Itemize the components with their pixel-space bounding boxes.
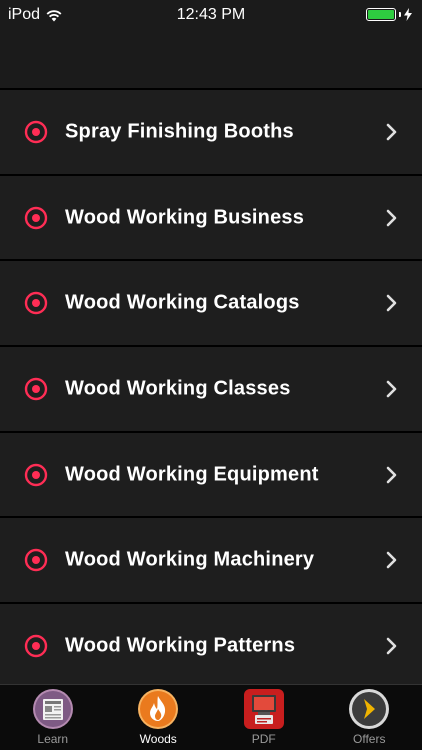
list-item[interactable]: Wood Working Patterns: [0, 602, 422, 688]
bullet-target-icon: [24, 463, 48, 486]
tab-label: Offers: [353, 732, 386, 746]
tab-label: Learn: [37, 732, 69, 746]
bullet-target-icon: [24, 549, 48, 572]
status-bar: iPod 12:43 PM: [0, 0, 422, 30]
list-item-label: Wood Working Classes: [65, 377, 291, 400]
list-item[interactable]: Wood Working Business: [0, 173, 422, 260]
bullet-target-icon: [24, 206, 48, 229]
clock: 12:43 PM: [176, 6, 246, 23]
list-item[interactable]: Wood Working Catalogs: [0, 259, 422, 346]
chevron-right-icon: [386, 380, 397, 398]
chevron-right-icon: [386, 637, 397, 655]
flame-icon: [138, 689, 179, 729]
list-item-label: Wood Working Patterns: [65, 634, 296, 657]
chevron-right-icon: [386, 123, 397, 141]
tab-woods[interactable]: Woods: [106, 685, 212, 750]
list-item-label: Spray Finishing Booths: [65, 120, 294, 143]
bullet-target-icon: [24, 377, 48, 401]
battery-icon: [366, 8, 396, 21]
list-item-label: Wood Working Equipment: [65, 463, 319, 486]
navigation-bar: [0, 30, 422, 88]
newspaper-icon: [32, 689, 73, 729]
tab-offers[interactable]: Offers: [317, 685, 422, 750]
tab-learn[interactable]: Learn: [0, 685, 106, 750]
bullet-target-icon: [24, 120, 48, 144]
pdf-icon: [243, 689, 284, 729]
tab-label: Woods: [139, 732, 177, 746]
tab-label: PDF: [251, 732, 276, 746]
battery-indicator: [366, 8, 412, 21]
chevron-circle-icon: [349, 689, 390, 729]
bullet-target-icon: [24, 634, 48, 658]
topic-list: Spray Finishing Booths Wood Working Busi…: [0, 88, 422, 688]
chevron-right-icon: [386, 551, 397, 569]
list-item[interactable]: Wood Working Machinery: [0, 516, 422, 603]
list-item[interactable]: Wood Working Classes: [0, 345, 422, 431]
list-item-label: Wood Working Business: [65, 206, 305, 229]
list-item-label: Wood Working Catalogs: [65, 291, 300, 314]
chevron-right-icon: [386, 294, 397, 312]
list-item[interactable]: Wood Working Equipment: [0, 430, 422, 517]
chevron-right-icon: [386, 466, 397, 483]
charging-bolt-icon: [404, 8, 412, 21]
tab-pdf[interactable]: PDF: [211, 685, 317, 750]
list-item-label: Wood Working Machinery: [65, 548, 315, 571]
tab-bar: Learn Woods PDF Offers: [0, 684, 422, 750]
list-item[interactable]: Spray Finishing Booths: [0, 88, 422, 174]
bullet-target-icon: [24, 292, 48, 315]
chevron-right-icon: [386, 209, 397, 226]
